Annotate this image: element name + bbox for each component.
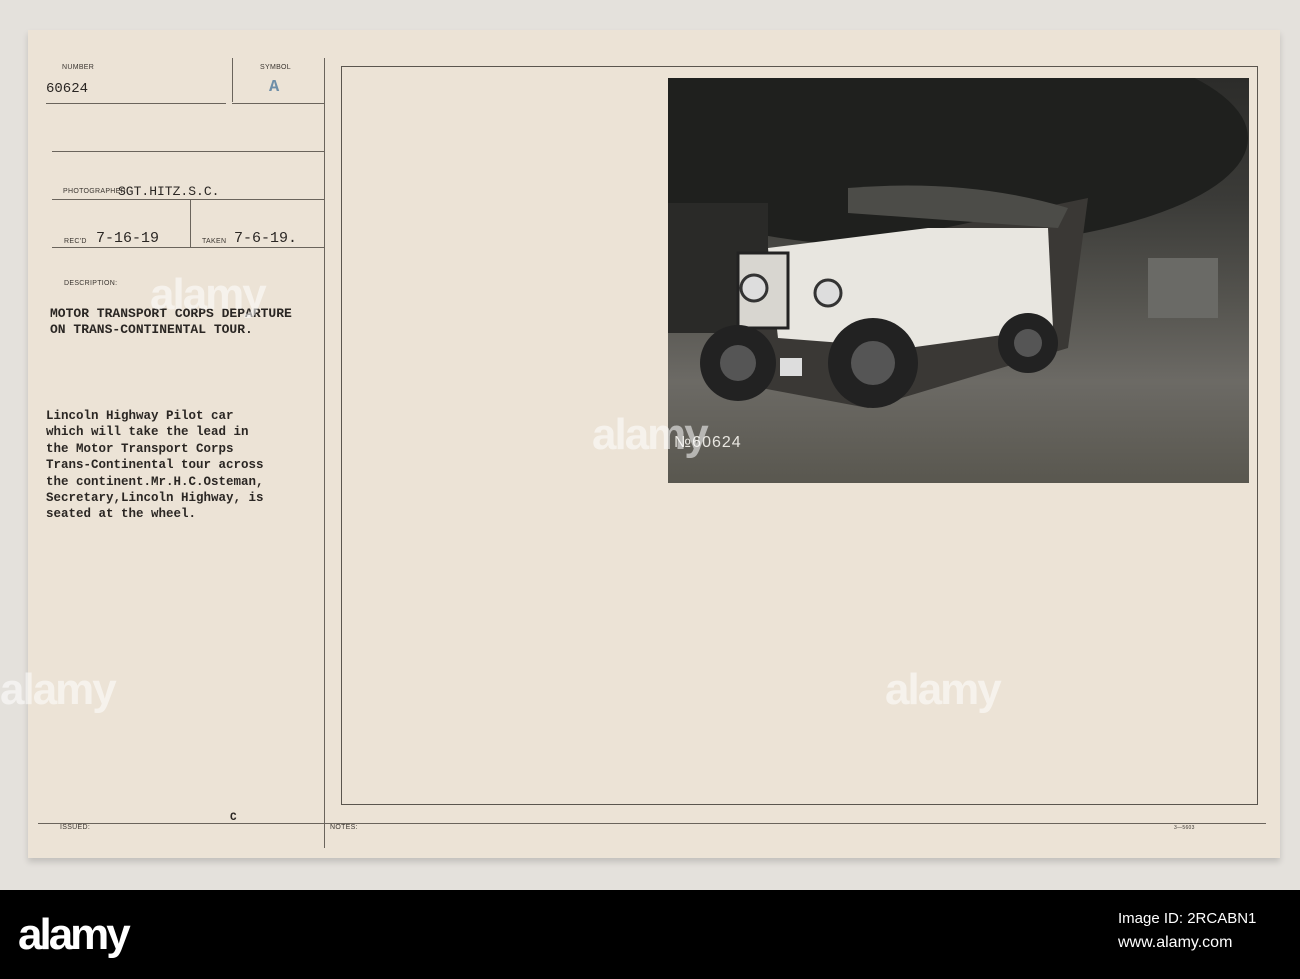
- symbol-value: A: [269, 78, 280, 97]
- taken-value: 7-6-19.: [234, 230, 298, 247]
- watermark-logo: alamy: [592, 410, 709, 459]
- watermark-logo: alamy: [885, 665, 1002, 714]
- number-value: 60624: [46, 81, 89, 97]
- car-illustration: [668, 78, 1248, 408]
- issued-mark: C: [230, 812, 237, 824]
- watermark-logo: alamy: [150, 270, 267, 319]
- issued-label: ISSUED:: [60, 824, 91, 831]
- number-label: NUMBER: [62, 64, 95, 71]
- form-code: 3—5603: [1174, 825, 1195, 831]
- alamy-url[interactable]: www.alamy.com: [1118, 934, 1232, 952]
- photographer-label: PHOTOGRAPHER: [63, 188, 126, 195]
- symbol-label: SYMBOL: [260, 64, 291, 71]
- watermark-footer: alamy Image ID: 2RCABN1 www.alamy.com: [0, 890, 1300, 979]
- description-caption: Lincoln Highway Pilot car which will tak…: [46, 409, 264, 522]
- description-label: DESCRIPTION:: [64, 280, 118, 287]
- recd-value: 7-16-19: [96, 230, 160, 247]
- image-id: Image ID: 2RCABN1: [1118, 910, 1257, 927]
- notes-label: NOTES:: [330, 824, 358, 831]
- recd-label: REC'D: [64, 238, 87, 245]
- photograph-pilot-car: №60624: [668, 78, 1249, 483]
- watermark-logo: alamy: [0, 665, 117, 714]
- alamy-logo: alamy: [18, 910, 131, 959]
- taken-label: TAKEN: [202, 238, 227, 245]
- photographer-value: SGT.HITZ.S.C.: [118, 184, 220, 199]
